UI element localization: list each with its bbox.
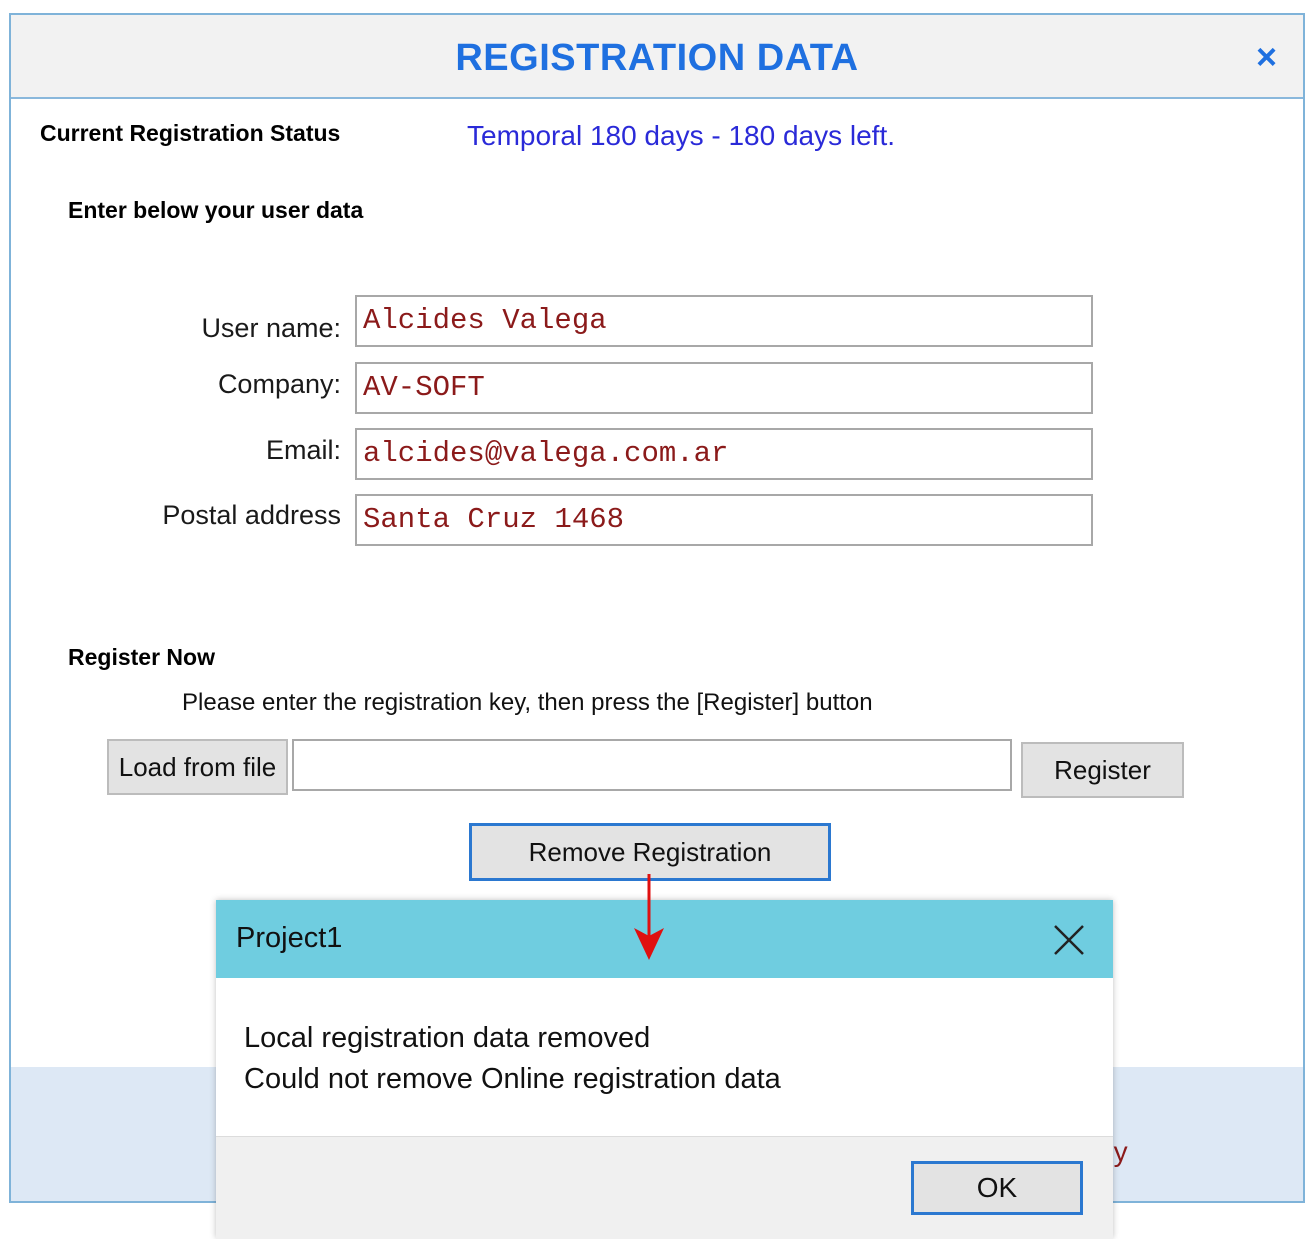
- close-icon[interactable]: [1051, 918, 1087, 958]
- company-field[interactable]: AV-SOFT: [355, 362, 1093, 414]
- company-label: Company:: [217, 369, 341, 399]
- message-line: Could not remove Online registration dat…: [244, 1063, 781, 1095]
- postal-address-field[interactable]: Santa Cruz 1468: [355, 494, 1093, 546]
- username-label: User name:: [201, 313, 341, 343]
- status-label: Current Registration Status: [40, 120, 341, 146]
- message-line: Local registration data removed: [244, 1022, 651, 1054]
- email-label: Email:: [265, 435, 341, 465]
- close-icon[interactable]: ×: [1256, 37, 1277, 77]
- message-box-footer: OK: [216, 1136, 1113, 1239]
- message-box-title: Project1: [236, 922, 343, 954]
- email-field[interactable]: alcides@valega.com.ar: [355, 428, 1093, 480]
- ok-button[interactable]: OK: [911, 1161, 1083, 1215]
- message-box-body: Local registration data removed Could no…: [244, 1018, 781, 1100]
- register-button[interactable]: Register: [1021, 742, 1184, 798]
- user-data-heading: Enter below your user data: [68, 197, 364, 223]
- register-now-heading: Register Now: [68, 644, 215, 670]
- window-title: REGISTRATION DATA: [455, 37, 859, 79]
- username-field[interactable]: Alcides Valega: [355, 295, 1093, 347]
- status-value: Temporal 180 days - 180 days left.: [467, 120, 896, 151]
- load-from-file-button[interactable]: Load from file: [107, 739, 288, 795]
- window-titlebar: REGISTRATION DATA ×: [11, 15, 1303, 99]
- arrow-down-icon: [634, 874, 664, 960]
- registration-key-input[interactable]: [292, 739, 1012, 791]
- register-hint: Please enter the registration key, then …: [182, 689, 873, 716]
- postal-address-label: Postal address: [162, 500, 341, 530]
